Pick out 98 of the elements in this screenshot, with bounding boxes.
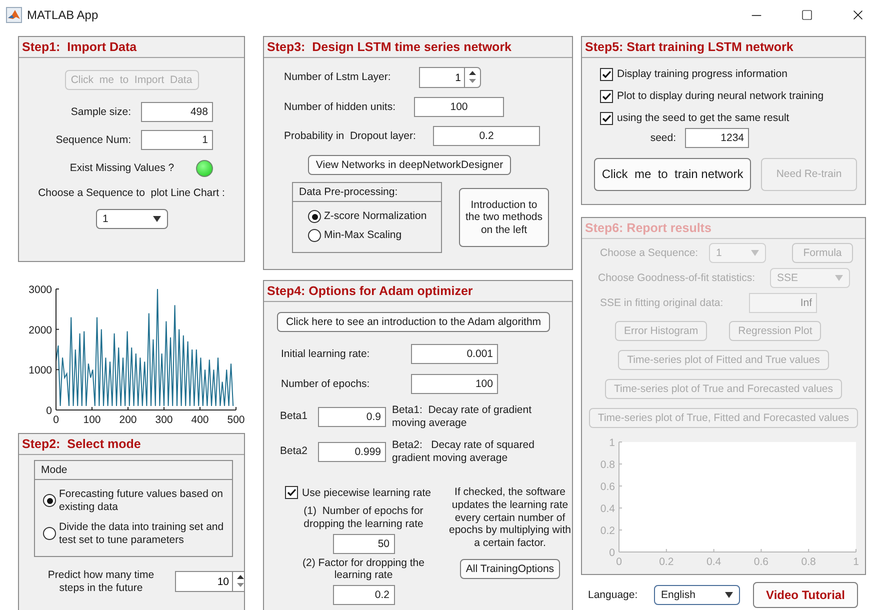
panel-title: Step1: Import Data xyxy=(19,37,244,58)
caret-icon xyxy=(152,216,160,222)
checkbox-label: Use piecewise learning rate xyxy=(302,486,431,500)
field-label: Sequence Num: xyxy=(54,134,131,146)
training-options-button[interactable]: All TrainingOptions xyxy=(460,559,560,580)
checkbox-label: Plot to display during neural network training xyxy=(617,90,824,103)
field-label: Sample size: xyxy=(70,106,131,118)
tick-label: 500 xyxy=(227,414,245,426)
language-dropdown[interactable]: English xyxy=(654,585,740,605)
panel-title: Step4: Options for Adam optimizer xyxy=(264,281,572,302)
beta-description: Beta2: Decay rate of squared gradient moving average xyxy=(392,439,536,464)
tick-label: 0.6 xyxy=(600,481,615,493)
tick-label: 400 xyxy=(191,414,209,426)
panel-title: Step6: Report results xyxy=(582,218,865,239)
field-label: Choose a Sequence: xyxy=(600,246,700,260)
radio-button[interactable] xyxy=(43,494,56,508)
video-tutorial-button[interactable]: Video Tutorial xyxy=(753,582,858,608)
tick-label: 100 xyxy=(83,414,101,426)
input-field[interactable]: 100 xyxy=(411,374,498,394)
input-field[interactable]: 0.9 xyxy=(318,406,386,427)
input-field[interactable]: 0.999 xyxy=(318,442,386,462)
tick-label: 3000 xyxy=(28,284,52,296)
spin-buttons[interactable] xyxy=(232,571,244,592)
predict-label: Predict how many time steps in the future xyxy=(46,569,156,594)
panel-title: Step2: Select mode xyxy=(19,434,244,455)
input-field[interactable]: 1 xyxy=(141,130,213,150)
tick-label: 0 xyxy=(616,556,622,568)
introduction-button[interactable]: Introduction to the two methods on the left xyxy=(459,188,549,247)
group-title: Mode xyxy=(35,461,232,480)
field-label: SSE in fitting original data: xyxy=(600,296,724,310)
tick-label: 0.6 xyxy=(754,556,768,568)
field-label: Number of Lstm Layer: xyxy=(284,71,392,84)
tick-label: 0.2 xyxy=(659,556,674,568)
panel-title: Step3: Design LSTM time series network xyxy=(264,37,572,58)
field-label: Beta2 xyxy=(280,445,308,458)
piecewise-note: If checked, the software updates the learning rate every certain number of epochs by multiplying with a certain factor. xyxy=(448,486,572,550)
drop-factor-label: (2) Factor for dropping the learning rate xyxy=(302,556,426,582)
caret-icon xyxy=(835,275,843,281)
input-field[interactable]: 498 xyxy=(141,102,213,122)
input-field[interactable]: 0.2 xyxy=(332,584,394,605)
radio-label: Forecasting future values based on existing data xyxy=(59,488,224,514)
spin-buttons[interactable] xyxy=(464,67,481,88)
sequence-label: Choose a Sequence to plot Line Chart : xyxy=(38,187,225,200)
sequence-dropdown[interactable]: 1 xyxy=(96,208,168,229)
radio-label: Z-score Normalization xyxy=(324,210,427,223)
input-field[interactable]: 50 xyxy=(332,534,394,554)
field-label: Choose Goodness-of-fit statistics: xyxy=(598,272,756,284)
window-title: MATLAB App xyxy=(27,8,100,22)
input-field[interactable]: 1234 xyxy=(685,128,749,148)
panel-title: Step5: Start training LSTM network xyxy=(582,37,865,58)
input-field[interactable]: 0.001 xyxy=(411,344,498,364)
tick-label: 1 xyxy=(609,437,615,449)
radio-label: Divide the data into training set and test set to tune parameters xyxy=(59,521,225,546)
group-title: Data Pre-processing: xyxy=(293,183,441,202)
field-label: Number of hidden units: xyxy=(284,100,396,114)
tick-label: 2000 xyxy=(28,324,52,336)
field-label: Number of epochs: xyxy=(281,378,371,390)
logo-icon xyxy=(6,7,22,23)
input-field[interactable]: 0.2 xyxy=(433,126,540,146)
maximize-icon[interactable] xyxy=(801,9,813,21)
language-label: Language: xyxy=(588,588,639,602)
beta-description: Beta1: Decay rate of gradient moving average xyxy=(392,404,532,430)
tick-label: 0 xyxy=(53,414,59,426)
tick-label: 1 xyxy=(853,556,859,568)
field-label: Initial learning rate: xyxy=(281,348,371,360)
checkbox[interactable] xyxy=(600,68,613,81)
tick-label: 0 xyxy=(46,405,52,417)
tick-label: 0.2 xyxy=(600,525,615,537)
tick-label: 0.8 xyxy=(600,459,615,471)
radio-button[interactable] xyxy=(43,527,56,540)
tick-label: 1000 xyxy=(28,364,52,377)
spinner-field[interactable]: 10 xyxy=(175,571,232,592)
tick-label: 0 xyxy=(609,547,615,559)
checkbox-label: using the seed to get the same result xyxy=(617,112,790,125)
tick-label: 0.4 xyxy=(706,556,722,568)
spinner-field[interactable]: 1 xyxy=(419,67,464,88)
checkbox[interactable] xyxy=(600,90,613,103)
tick-label: 200 xyxy=(119,414,137,426)
seed-label: seed: xyxy=(650,132,676,144)
view-networks-button[interactable]: View Networks in deepNetworkDesigner xyxy=(308,155,511,175)
checkbox[interactable] xyxy=(285,486,298,500)
train-network-button[interactable]: Click me to train network xyxy=(594,158,751,191)
tick-label: 0.8 xyxy=(801,556,816,568)
adam-introduction-button[interactable]: Click here to see an introduction to the Adam algorithm xyxy=(277,312,550,332)
field-label: Beta1 xyxy=(280,410,308,423)
checkbox-label: Display training progress information xyxy=(617,68,788,81)
tick-label: 300 xyxy=(155,414,173,426)
field-label: Probability in Dropout layer: xyxy=(284,130,417,142)
checkbox[interactable] xyxy=(600,112,613,125)
caret-icon xyxy=(751,250,759,256)
radio-button[interactable] xyxy=(308,229,321,242)
radio-label: Min-Max Scaling xyxy=(324,229,402,242)
caret-icon xyxy=(725,592,733,598)
input-field[interactable]: 100 xyxy=(414,97,504,117)
tick-label: 0.4 xyxy=(600,503,615,515)
radio-button[interactable] xyxy=(308,210,321,223)
drop-epochs-label: (1) Number of epochs for dropping the learning rate xyxy=(302,505,424,531)
missing-values-label: Exist Missing Values ? xyxy=(70,162,174,175)
